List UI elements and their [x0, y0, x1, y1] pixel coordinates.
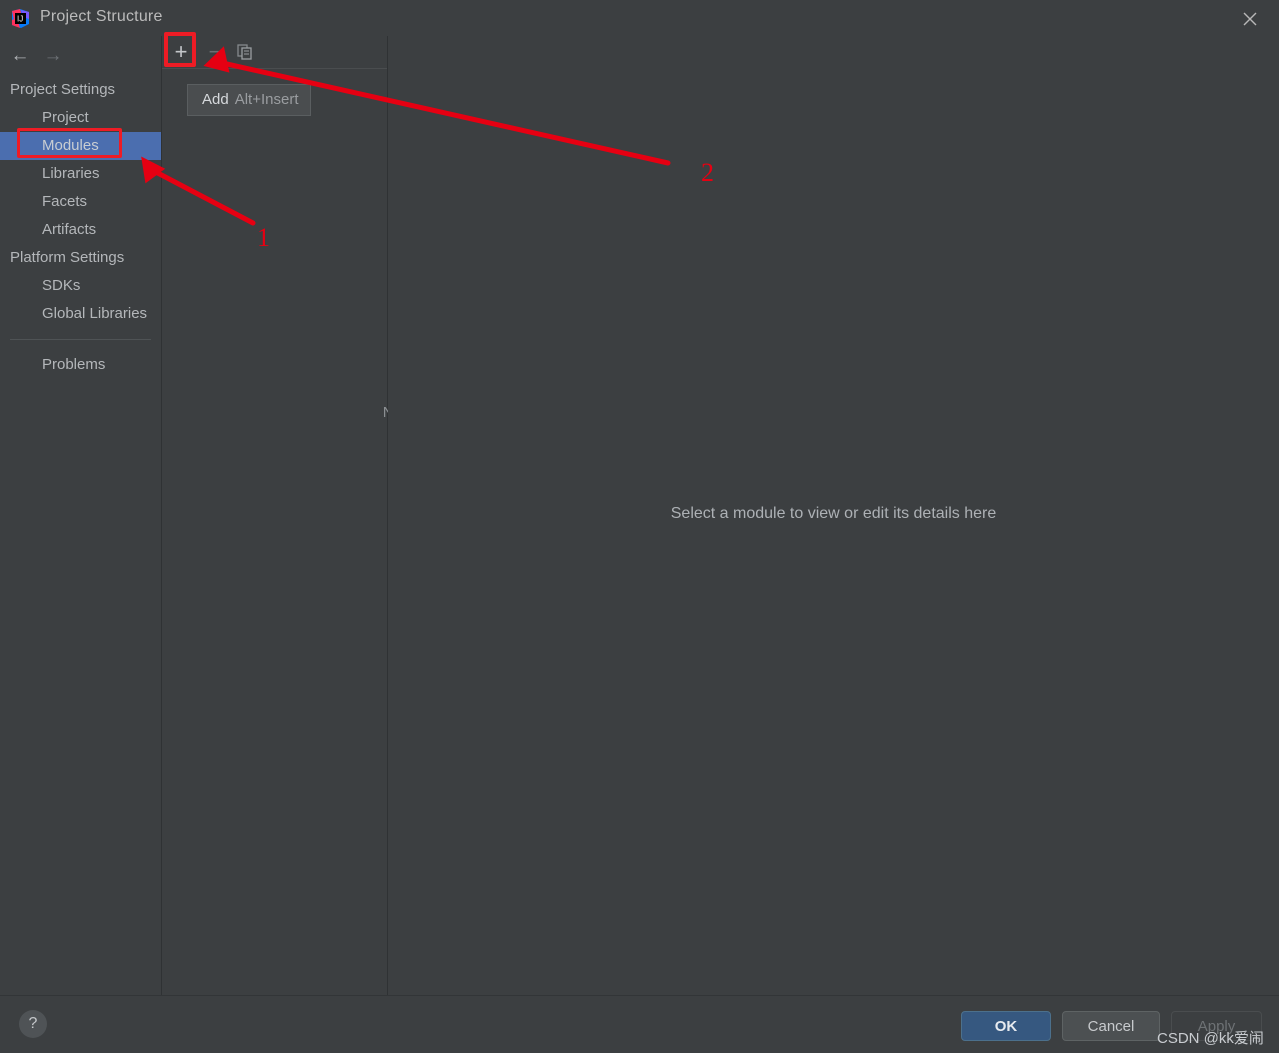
sidebar-item-label: Project: [42, 109, 89, 126]
toolbar-divider: [162, 68, 387, 69]
sidebar-item-label: Libraries: [42, 165, 100, 182]
watermark-text: CSDN @kk爱闹: [1157, 1030, 1264, 1047]
sidebar-item-artifacts[interactable]: Artifacts: [0, 216, 161, 244]
modules-toolbar: + −: [162, 36, 387, 68]
project-structure-dialog: IJ Project Structure ← → Project Setting…: [0, 0, 1279, 1053]
help-icon[interactable]: ?: [19, 1010, 47, 1038]
arrow-right-icon[interactable]: →: [41, 46, 65, 65]
sidebar-item-problems[interactable]: Problems: [0, 351, 161, 379]
sidebar-item-label: Global Libraries: [42, 305, 148, 322]
add-tooltip-shortcut: Alt+Insert: [234, 91, 299, 108]
annotation-number-2: 2: [701, 158, 714, 187]
window-title: Project Structure: [40, 8, 163, 25]
title-bar: IJ Project Structure: [0, 0, 1279, 36]
sidebar-item-global-libraries[interactable]: Global Libraries: [0, 300, 161, 328]
modules-panel: + − Nothing to show: [162, 36, 490, 995]
sidebar-item-label: Facets: [42, 193, 88, 210]
svg-text:IJ: IJ: [17, 15, 23, 24]
sidebar-group-project-settings: Project Settings: [0, 76, 161, 104]
cancel-button[interactable]: Cancel: [1062, 1011, 1160, 1041]
sidebar-navigation: ← →: [0, 36, 161, 76]
arrow-left-icon[interactable]: ←: [8, 46, 32, 65]
sidebar-item-label: Artifacts: [42, 221, 97, 238]
sidebar-item-sdks[interactable]: SDKs: [0, 272, 161, 300]
sidebar-item-label: SDKs: [42, 277, 81, 294]
sidebar-group-label: Project Settings: [10, 81, 116, 98]
plus-icon[interactable]: +: [168, 40, 194, 64]
sidebar-item-project[interactable]: Project: [0, 104, 161, 132]
intellij-idea-logo-icon: IJ: [10, 8, 31, 29]
copy-icon[interactable]: [232, 40, 258, 64]
sidebar-item-facets[interactable]: Facets: [0, 188, 161, 216]
annotation-number-1: 1: [257, 223, 270, 252]
sidebar-item-list: Project Settings Project Modules Librari…: [0, 76, 161, 379]
sidebar-item-modules[interactable]: Modules: [0, 132, 161, 160]
settings-sidebar: ← → Project Settings Project Modules Lib…: [0, 36, 161, 1029]
sidebar-group-label: Platform Settings: [10, 249, 125, 266]
ok-button[interactable]: OK: [961, 1011, 1051, 1041]
minus-icon[interactable]: −: [202, 40, 228, 64]
sidebar-group-platform-settings: Platform Settings: [0, 244, 161, 272]
close-icon[interactable]: [1239, 8, 1261, 30]
add-tooltip-label: Add: [202, 91, 229, 108]
sidebar-item-libraries[interactable]: Libraries: [0, 160, 161, 188]
module-detail-panel: Select a module to view or edit its deta…: [388, 36, 1279, 995]
add-tooltip: Add Alt+Insert: [187, 84, 312, 116]
sidebar-divider: [10, 339, 151, 340]
sidebar-item-label: Problems: [42, 356, 106, 373]
module-detail-hint: Select a module to view or edit its deta…: [670, 505, 997, 522]
sidebar-item-label: Modules: [42, 137, 99, 154]
